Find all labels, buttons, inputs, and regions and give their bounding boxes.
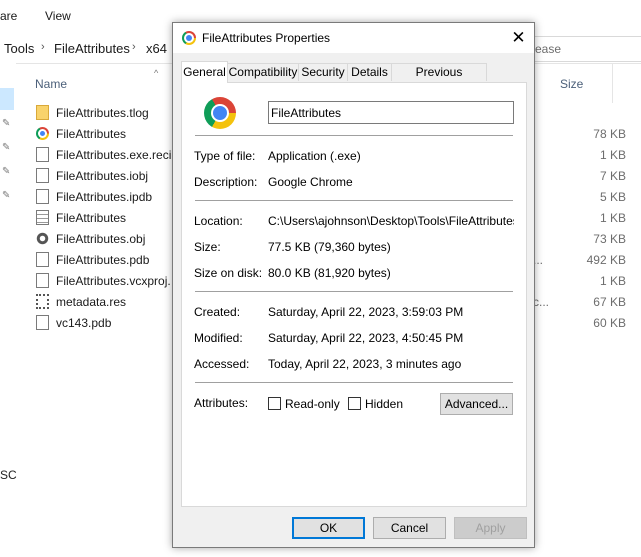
hidden-label[interactable]: Hidden [365, 397, 403, 411]
pin-icon[interactable]: ✎ [2, 167, 12, 177]
text-file-icon [36, 210, 49, 225]
size-on-disk-value: 80.0 KB (81,920 bytes) [268, 266, 391, 280]
dialog-title: FileAttributes Properties [202, 31, 331, 45]
pdb-file-icon [36, 315, 49, 330]
size-value: 77.5 KB (79,360 bytes) [268, 240, 391, 254]
dialog-titlebar[interactable]: FileAttributes Properties ✕ [173, 23, 534, 53]
file-name: FileAttributes.obj [56, 232, 146, 246]
divider [195, 291, 513, 292]
modified-label: Modified: [194, 331, 243, 345]
document-icon [36, 147, 49, 162]
size-label: Size: [194, 240, 221, 254]
accessed-value: Today, April 22, 2023, 3 minutes ago [268, 357, 462, 371]
file-name: FileAttributes.tlog [56, 106, 149, 120]
divider [195, 200, 513, 201]
search-input[interactable]: ease [530, 36, 641, 62]
properties-dialog: FileAttributes Properties ✕ General Comp… [172, 22, 535, 548]
chrome-app-icon [36, 127, 49, 140]
column-size-label: Size [560, 77, 584, 91]
readonly-label[interactable]: Read-only [285, 397, 340, 411]
breadcrumb-fileattributes[interactable]: FileAttributes [54, 41, 130, 56]
document-icon [36, 189, 49, 204]
divider [195, 382, 513, 383]
breadcrumb-separator: › [132, 41, 136, 53]
tab-details[interactable]: Details [347, 63, 392, 81]
file-size: 1 KB [599, 148, 626, 162]
file-size: 78 KB [593, 127, 626, 141]
created-label: Created: [194, 305, 241, 319]
file-name: FileAttributes.exe.recip [56, 148, 179, 162]
apply-button[interactable]: Apply [454, 517, 527, 539]
nav-item-partial[interactable]: SC [0, 468, 17, 482]
accessed-label: Accessed: [194, 357, 250, 371]
view-menu[interactable]: View [45, 9, 71, 23]
divider [195, 135, 513, 136]
pdb-file-icon [36, 252, 49, 267]
chrome-app-icon [182, 31, 196, 45]
file-size: 492 KB [586, 253, 626, 267]
file-size: 73 KB [593, 232, 626, 246]
document-icon [36, 168, 49, 183]
attributes-label: Attributes: [194, 396, 249, 410]
type-value: Application (.exe) [268, 149, 361, 163]
file-size: 60 KB [593, 316, 626, 330]
tab-previous-versions[interactable]: Previous Versions [391, 63, 487, 95]
file-name: FileAttributes.ipdb [56, 190, 153, 204]
file-name: metadata.res [56, 295, 127, 309]
type-label: Type of file: [194, 149, 256, 163]
tab-general[interactable]: General [181, 61, 228, 83]
tab-strip: General Compatibility Security Details P… [181, 61, 527, 95]
file-name: FileAttributes.vcxproj. [56, 274, 171, 288]
file-size: 7 KB [599, 169, 626, 183]
share-menu[interactable]: are [0, 9, 17, 23]
readonly-checkbox[interactable] [268, 397, 281, 410]
search-placeholder: ease [535, 42, 562, 56]
modified-value: Saturday, April 22, 2023, 4:50:45 PM [268, 331, 464, 345]
file-name: FileAttributes [56, 127, 127, 141]
file-name: FileAttributes [56, 211, 127, 225]
breadcrumb-separator: › [41, 41, 45, 53]
folder-icon [36, 105, 49, 120]
chrome-app-icon [204, 97, 236, 129]
description-value: Google Chrome [268, 175, 353, 189]
file-size: 1 KB [599, 211, 626, 225]
file-name: FileAttributes.iobj [56, 169, 149, 183]
size-on-disk-label: Size on disk: [194, 266, 263, 280]
file-size: 67 KB [593, 295, 626, 309]
location-label: Location: [194, 214, 243, 228]
breadcrumb-tools[interactable]: Tools [4, 41, 34, 56]
ok-button[interactable]: OK [292, 517, 365, 539]
pin-icon[interactable]: ✎ [2, 191, 12, 201]
general-panel: Type of file: Application (.exe) Descrip… [181, 82, 527, 507]
created-value: Saturday, April 22, 2023, 3:59:03 PM [268, 305, 464, 319]
file-name: FileAttributes.pdb [56, 253, 150, 267]
file-name-input[interactable] [268, 101, 514, 124]
file-size: 1 KB [599, 274, 626, 288]
breadcrumb-x64[interactable]: x64 [146, 41, 167, 56]
file-type-truncated: c... [533, 295, 550, 309]
cancel-button[interactable]: Cancel [373, 517, 446, 539]
tab-security[interactable]: Security [298, 63, 348, 81]
navigation-pane: ✎ ✎ ✎ ✎ [0, 63, 16, 557]
tab-compatibility[interactable]: Compatibility [227, 63, 299, 81]
document-icon [36, 273, 49, 288]
column-name-label: Name [35, 77, 68, 91]
nav-selected-item[interactable] [0, 88, 14, 110]
column-header-size[interactable]: Size [552, 63, 612, 103]
column-header-name[interactable]: Name [34, 63, 164, 103]
close-icon[interactable]: ✕ [503, 23, 534, 53]
description-label: Description: [194, 175, 258, 189]
file-name: vc143.pdb [56, 316, 112, 330]
resource-file-icon [36, 294, 49, 309]
object-file-icon [36, 231, 49, 246]
location-value: C:\Users\ajohnson\Desktop\Tools\FileAttr… [268, 214, 514, 228]
sort-ascending-icon: ^ [154, 68, 159, 78]
pin-icon[interactable]: ✎ [2, 119, 12, 129]
hidden-checkbox[interactable] [348, 397, 361, 410]
pin-icon[interactable]: ✎ [2, 143, 12, 153]
file-size: 5 KB [599, 190, 626, 204]
advanced-button[interactable]: Advanced... [440, 393, 513, 415]
column-divider[interactable] [612, 63, 613, 103]
